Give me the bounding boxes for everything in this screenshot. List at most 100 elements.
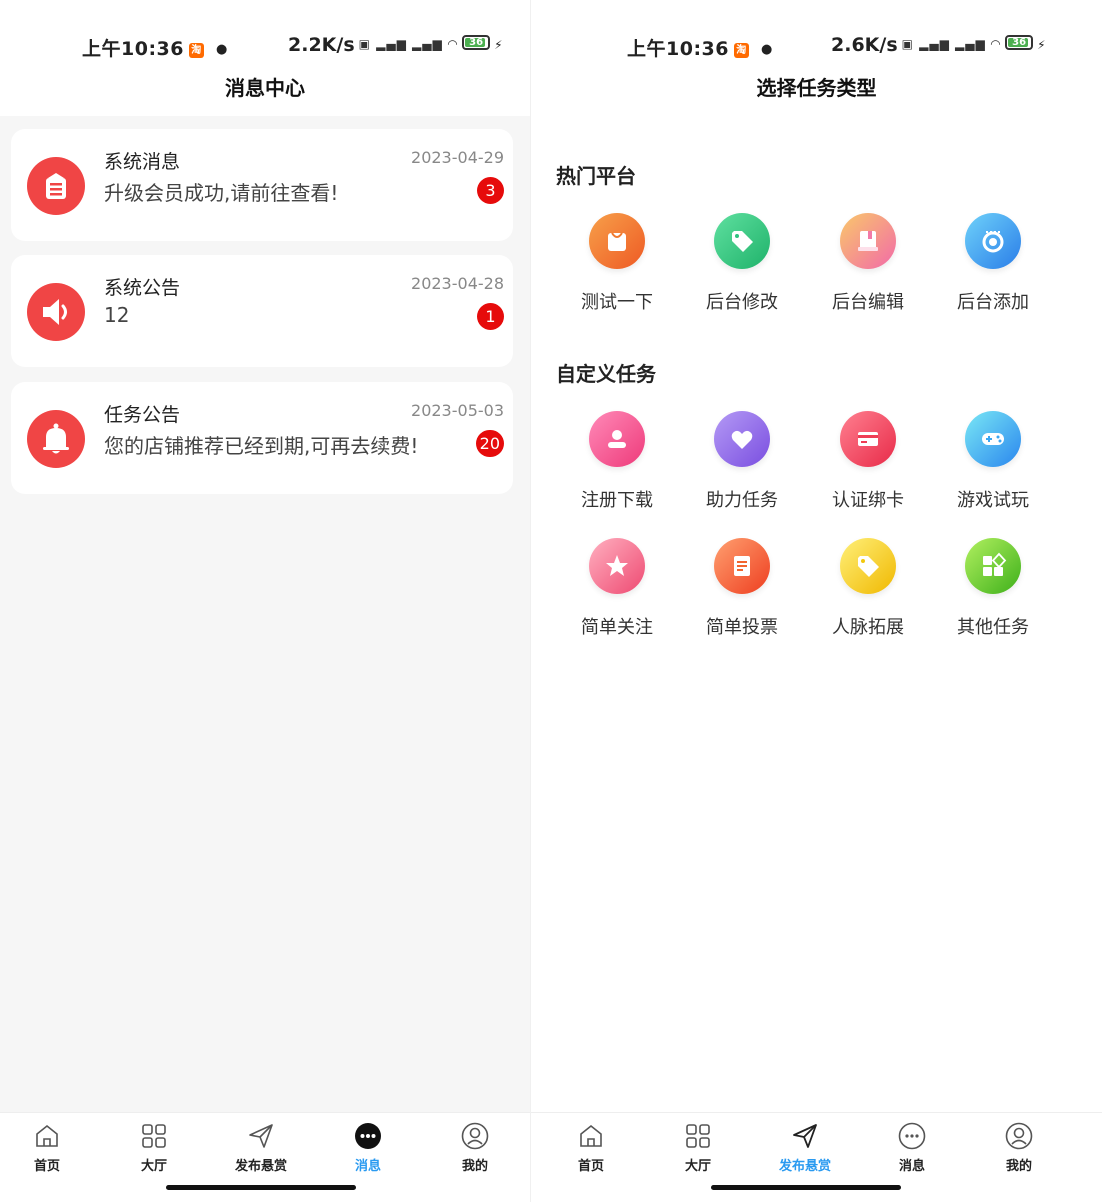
task-type-label: 简单投票	[706, 617, 778, 638]
tab-mine[interactable]: 我的	[979, 1121, 1059, 1174]
tab-hall[interactable]: 大厅	[658, 1121, 738, 1174]
task-type-simple-vote[interactable]: 简单投票	[682, 538, 802, 639]
tab-messages[interactable]: 消息	[328, 1121, 408, 1174]
task-type-screen: 上午10:36 淘 ● 2.6K/s ▣ ▂▄▆ ▂▄▆ ◠ 36 ⚡ 选择任务类型 热门…	[530, 0, 1102, 1202]
tab-label: 首页	[33, 1159, 60, 1174]
tab-label: 消息	[898, 1159, 925, 1174]
send-icon	[249, 1124, 273, 1148]
tab-post-reward[interactable]: 发布悬赏	[765, 1121, 845, 1174]
chat-bubble-icon	[355, 1123, 381, 1149]
document-icon	[27, 157, 85, 215]
task-type-label: 注册下载	[581, 490, 653, 511]
charging-icon: ⚡	[494, 38, 503, 52]
task-type-game-trial[interactable]: 游戏试玩	[933, 411, 1053, 512]
message-preview: 12	[104, 303, 130, 327]
tab-label: 大厅	[684, 1159, 711, 1174]
tab-post-reward[interactable]: 发布悬赏	[221, 1121, 301, 1174]
star-icon	[589, 538, 645, 594]
network-speed: 2.6K/s	[831, 34, 898, 56]
tab-label: 大厅	[140, 1159, 167, 1174]
unread-badge: 1	[477, 303, 504, 330]
grid-icon	[142, 1124, 166, 1148]
task-type-test[interactable]: 测试一下	[557, 213, 677, 314]
grid-icon	[686, 1124, 710, 1148]
qq-icon: ●	[215, 42, 228, 57]
user-icon	[589, 411, 645, 467]
tab-label: 消息	[354, 1159, 381, 1174]
tag-icon	[840, 538, 896, 594]
task-type-label: 后台添加	[957, 292, 1029, 313]
task-type-label: 测试一下	[581, 292, 653, 313]
unread-badge: 3	[477, 177, 504, 204]
book-icon	[840, 213, 896, 269]
gamepad-icon	[965, 411, 1021, 467]
tab-mine[interactable]: 我的	[435, 1121, 515, 1174]
message-date: 2023-04-29	[411, 148, 504, 167]
qq-icon: ●	[760, 42, 773, 57]
task-type-other[interactable]: 其他任务	[933, 538, 1053, 639]
signal-icons: ▣ ▂▄▆ ▂▄▆ ◠	[358, 37, 459, 51]
message-date: 2023-05-03	[411, 401, 504, 420]
tab-messages[interactable]: 消息	[872, 1121, 952, 1174]
task-type-backend-modify[interactable]: 后台修改	[682, 213, 802, 314]
status-time: 上午10:36	[627, 38, 729, 60]
task-type-boost[interactable]: 助力任务	[682, 411, 802, 512]
task-type-backend-edit[interactable]: 后台编辑	[808, 213, 928, 314]
tab-label: 我的	[1005, 1159, 1032, 1174]
section-title-hot: 热门平台	[556, 164, 636, 188]
user-icon	[1005, 1122, 1033, 1150]
task-type-register-download[interactable]: 注册下载	[557, 411, 677, 512]
heart-icon	[714, 411, 770, 467]
user-icon	[461, 1122, 489, 1150]
message-title: 系统公告	[104, 277, 181, 299]
charging-icon: ⚡	[1037, 38, 1046, 52]
message-center-screen: 上午10:36 淘 ● 2.2K/s ▣ ▂▄▆ ▂▄▆ ◠ 36 ⚡ 消息中心 系统消息…	[0, 0, 530, 1202]
task-type-simple-follow[interactable]: 简单关注	[557, 538, 677, 639]
task-type-network-expand[interactable]: 人脉拓展	[808, 538, 928, 639]
send-icon	[793, 1124, 817, 1148]
message-preview: 您的店铺推荐已经到期,可再去续费!	[104, 434, 419, 458]
unread-badge: 20	[475, 430, 504, 457]
status-bar: 上午10:36 淘 ● 2.6K/s ▣ ▂▄▆ ▂▄▆ ◠ 36 ⚡	[531, 0, 1102, 70]
taobao-icon: 淘	[733, 43, 749, 58]
task-type-label: 助力任务	[706, 490, 778, 511]
task-type-verify-card[interactable]: 认证绑卡	[808, 411, 928, 512]
message-title: 任务公告	[104, 404, 181, 426]
status-time: 上午10:36	[82, 38, 184, 60]
status-bar: 上午10:36 淘 ● 2.2K/s ▣ ▂▄▆ ▂▄▆ ◠ 36 ⚡	[0, 0, 530, 70]
speaker-icon	[27, 283, 85, 341]
message-preview: 升级会员成功,请前往查看!	[104, 181, 339, 205]
task-type-backend-add[interactable]: 后台添加	[933, 213, 1053, 314]
tab-home[interactable]: 首页	[7, 1121, 87, 1174]
section-title-custom: 自定义任务	[556, 362, 656, 386]
tab-label: 发布悬赏	[234, 1159, 287, 1174]
tag-icon	[714, 213, 770, 269]
task-type-label: 简单关注	[581, 617, 653, 638]
task-type-label: 人脉拓展	[832, 617, 904, 638]
camera-lens-icon	[965, 213, 1021, 269]
task-type-label: 其他任务	[957, 617, 1029, 638]
task-type-label: 认证绑卡	[832, 490, 904, 511]
message-card-announcement[interactable]: 系统公告 12 2023-04-28 1	[11, 255, 513, 367]
message-date: 2023-04-28	[411, 274, 504, 293]
tab-hall[interactable]: 大厅	[114, 1121, 194, 1174]
ballot-icon	[714, 538, 770, 594]
battery-icon: 36	[1005, 35, 1034, 50]
task-type-label: 后台修改	[706, 292, 778, 313]
message-card-task[interactable]: 任务公告 您的店铺推荐已经到期,可再去续费! 2023-05-03 20	[11, 382, 513, 494]
network-speed: 2.2K/s	[288, 34, 355, 56]
chat-bubble-icon	[898, 1122, 926, 1150]
taobao-icon: 淘	[188, 43, 204, 58]
tab-home[interactable]: 首页	[551, 1121, 631, 1174]
apps-icon	[965, 538, 1021, 594]
tab-label: 首页	[577, 1159, 604, 1174]
task-type-label: 后台编辑	[832, 292, 904, 313]
battery-icon: 36	[462, 35, 491, 50]
tab-label: 我的	[461, 1159, 488, 1174]
home-indicator	[711, 1185, 901, 1190]
home-icon	[580, 1124, 602, 1147]
home-icon	[36, 1124, 58, 1147]
message-card-system[interactable]: 系统消息 升级会员成功,请前往查看! 2023-04-29 3	[11, 129, 513, 241]
home-indicator	[166, 1185, 356, 1190]
page-title: 消息中心	[0, 70, 530, 116]
